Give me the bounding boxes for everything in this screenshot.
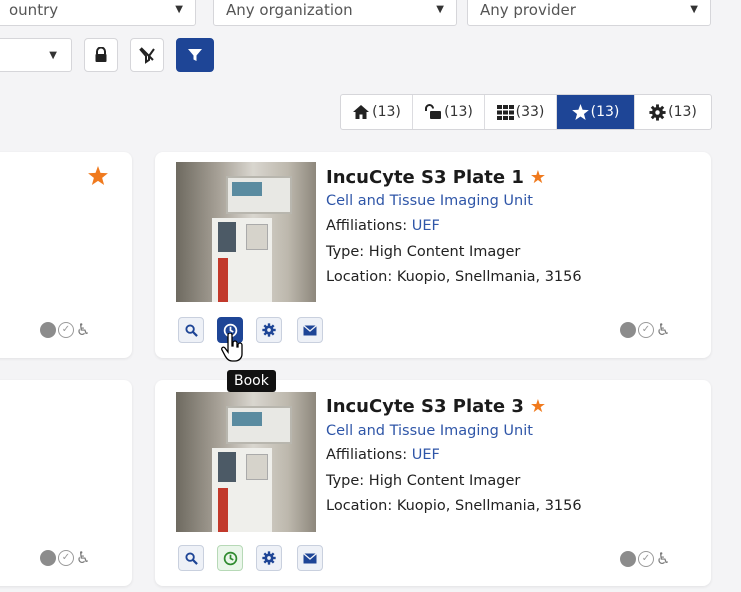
check-circle-icon: ✓ [638, 321, 654, 338]
grid-icon [496, 104, 514, 120]
clear-filter-button[interactable] [130, 38, 164, 72]
instrument-photo[interactable] [176, 162, 316, 302]
tab-favorites-count: (13) [590, 104, 620, 120]
affiliations-link[interactable]: UEF [412, 218, 440, 234]
gear-icon [262, 323, 276, 337]
globe-icon [40, 321, 56, 338]
resource-type: Type: High Content Imager [326, 473, 521, 489]
status-icons: ✓ ♿ [620, 549, 670, 568]
favorite-star-icon[interactable]: ★ [530, 396, 546, 417]
affiliations-link[interactable]: UEF [412, 447, 440, 463]
resource-title[interactable]: IncuCyte S3 Plate 3 ★ [326, 396, 546, 417]
accessibility-icon: ♿ [76, 548, 91, 567]
resource-card-left-2: ✓ ♿ [0, 380, 132, 586]
book-button[interactable] [217, 545, 243, 571]
chevron-down-icon: ▼ [690, 4, 698, 15]
status-icons: ✓ ♿ [40, 320, 90, 339]
tab-favorites[interactable]: (13) [557, 95, 635, 129]
search-button[interactable] [178, 545, 204, 571]
unit-link[interactable]: Cell and Tissue Imaging Unit [326, 423, 533, 439]
provider-select[interactable]: Any provider ▼ [467, 0, 711, 26]
instrument-photo[interactable] [176, 392, 316, 532]
globe-icon [40, 549, 56, 566]
star-icon [571, 104, 589, 120]
email-button[interactable] [297, 545, 323, 571]
check-circle-icon: ✓ [58, 549, 74, 566]
accessibility-icon: ♿ [656, 549, 671, 568]
globe-icon [620, 321, 636, 338]
status-icons: ✓ ♿ [620, 320, 670, 339]
organization-select[interactable]: Any organization ▼ [213, 0, 457, 26]
favorite-star-icon[interactable] [88, 166, 108, 185]
resource-card-left-1: ✓ ♿ [0, 152, 132, 358]
tab-unlocked[interactable]: (13) [413, 95, 485, 129]
resource-title-text: IncuCyte S3 Plate 1 [326, 167, 524, 188]
affiliations: Affiliations: UEF [326, 218, 440, 234]
accessibility-icon: ♿ [76, 320, 91, 339]
organization-select-value: Any organization [226, 1, 353, 19]
search-icon [184, 323, 198, 337]
view-tabs: (13) (13) (33) (13) (13) [340, 94, 712, 130]
filter-icon [188, 49, 202, 61]
filter-clear-icon [139, 47, 155, 64]
country-select-value: ountry [9, 1, 59, 19]
tab-unlocked-count: (13) [444, 104, 473, 120]
settings-button[interactable] [256, 545, 282, 571]
tab-all[interactable]: (33) [485, 95, 557, 129]
tab-settings[interactable]: (13) [635, 95, 711, 129]
clock-icon [223, 551, 237, 565]
resource-type: Type: High Content Imager [326, 244, 521, 260]
hand-cursor-icon [221, 333, 243, 362]
check-circle-icon: ✓ [638, 550, 654, 567]
accessibility-icon: ♿ [656, 320, 671, 339]
tab-home-count: (13) [372, 104, 401, 120]
email-button[interactable] [297, 317, 323, 343]
resource-location: Location: Kuopio, Snellmania, 3156 [326, 269, 582, 285]
country-select[interactable]: ountry ▼ [0, 0, 196, 26]
resource-title[interactable]: IncuCyte S3 Plate 1 ★ [326, 167, 546, 188]
gear-icon [262, 551, 276, 565]
check-circle-icon: ✓ [58, 321, 74, 338]
tab-all-count: (33) [515, 104, 545, 120]
secondary-select[interactable]: ▼ [0, 38, 72, 72]
provider-select-value: Any provider [480, 1, 576, 19]
unit-link[interactable]: Cell and Tissue Imaging Unit [326, 193, 533, 209]
chevron-down-icon: ▼ [49, 50, 57, 61]
resource-title-text: IncuCyte S3 Plate 3 [326, 396, 524, 417]
home-icon [353, 105, 370, 119]
affiliations: Affiliations: UEF [326, 447, 440, 463]
settings-button[interactable] [256, 317, 282, 343]
tab-home[interactable]: (13) [341, 95, 413, 129]
affiliations-label: Affiliations: [326, 447, 408, 463]
gear-icon [649, 103, 666, 121]
search-button[interactable] [178, 317, 204, 343]
chevron-down-icon: ▼ [436, 4, 444, 15]
favorite-star-icon[interactable]: ★ [530, 167, 546, 188]
resource-location: Location: Kuopio, Snellmania, 3156 [326, 498, 582, 514]
chevron-down-icon: ▼ [175, 4, 183, 15]
envelope-icon [303, 552, 317, 563]
search-icon [184, 551, 198, 565]
globe-icon [620, 550, 636, 567]
tab-settings-count: (13) [668, 104, 697, 120]
lock-button[interactable] [84, 38, 118, 72]
filter-button[interactable] [176, 38, 214, 72]
unlock-icon [425, 104, 442, 119]
affiliations-label: Affiliations: [326, 218, 408, 234]
status-icons: ✓ ♿ [40, 548, 90, 567]
tooltip: Book [227, 370, 276, 392]
envelope-icon [303, 324, 317, 335]
lock-icon [95, 47, 107, 62]
